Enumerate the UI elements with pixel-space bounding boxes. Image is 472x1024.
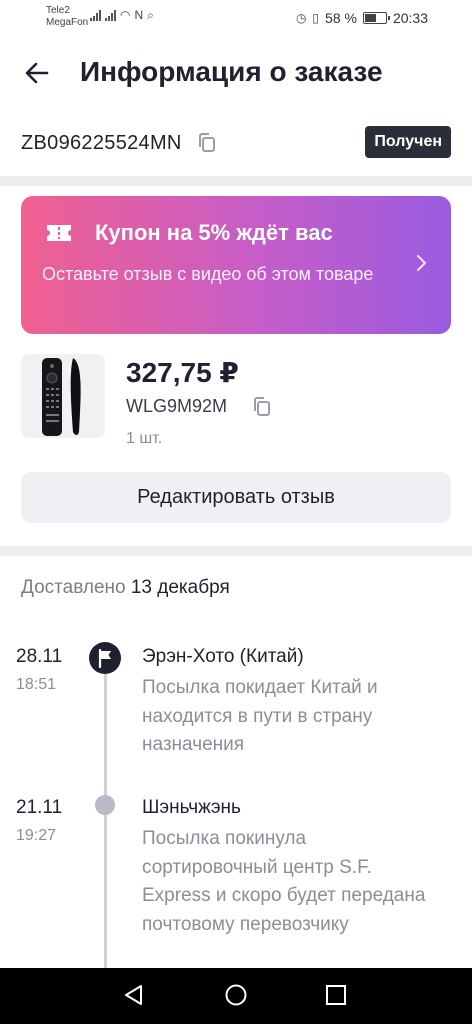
signal-icon [105,9,116,21]
ticket-icon [47,225,71,241]
signal-icon [90,9,101,21]
system-nav-bar [0,968,472,1024]
headset-icon: ◠ [120,8,131,22]
timeline-dot [95,795,115,815]
status-badge: Получен [365,126,451,158]
timeline-place: Шэньчжэнь [142,797,241,818]
carrier-1: Tele2 [46,5,70,16]
section-divider [0,546,472,556]
battery-icon [362,12,390,24]
nav-back-icon[interactable] [121,982,147,1008]
chevron-right-icon [417,255,426,271]
carrier-2: MegaFon [46,17,89,28]
search-icon: ⌕ [147,8,154,22]
alarm-icon: ◷ [295,11,307,25]
copy-icon[interactable] [197,132,217,154]
status-left-icons: ◠ N ⌕ [90,9,154,21]
carrier-names: Tele2 MegaFon [46,5,88,29]
timeline-description: Посылка покидает Китай и находится в пут… [142,677,378,755]
timeline-time: 18:51 [16,676,57,693]
timeline-line [104,660,107,970]
battery-percent: 58 % [325,10,357,26]
timeline-description: Посылка покинула сортировочный центр S.F… [142,828,426,935]
delivery-date: 13 декабря [130,577,230,598]
flag-icon [89,642,121,674]
nav-home-icon[interactable] [223,982,249,1008]
timeline-date: 21.11 [16,797,63,818]
vibrate-icon: ▯ [312,11,320,25]
section-divider [0,176,472,186]
status-right-icons: ◷ ▯ 58 % 20:33 [296,10,428,26]
app-header: Информация о заказе [0,44,472,104]
coupon-text: Оставьте отзыв с видео об этом товаре [42,264,374,284]
timeline-date: 28.11 [16,646,63,667]
coupon-banner[interactable]: Купон на 5% ждёт вас Оставьте отзыв с ви… [21,196,451,334]
clock: 20:33 [392,10,428,26]
arrow-left-icon[interactable] [22,58,52,88]
battery-fill [364,14,376,22]
product-price: 327,75 ₽ [126,357,239,388]
order-number: ZB096225524MN [21,132,182,154]
nfc-icon: N [134,8,144,22]
edit-review-button[interactable]: Редактировать отзыв [21,472,451,523]
timeline-time: 19:27 [16,827,57,844]
status-bar: Tele2 MegaFon ◠ N ⌕ ◷ ▯ 58 % 20:33 [0,0,472,36]
page-title: Информация о заказе [80,56,383,87]
coupon-title: Купон на 5% ждёт вас [95,220,333,245]
copy-icon[interactable] [252,396,272,418]
timeline-place: Эрэн-Хото (Китай) [142,646,304,667]
delivery-label: Доставлено [21,577,126,598]
nav-recents-icon[interactable] [323,982,349,1008]
remote-control-image [42,358,81,436]
product-image[interactable] [21,354,105,438]
product-quantity: 1 шт. [126,430,163,447]
delivery-status: Доставлено 13 декабря [21,577,230,599]
order-row: ZB096225524MN Получен [0,124,472,164]
product-sku: WLG9M92M [126,396,228,416]
